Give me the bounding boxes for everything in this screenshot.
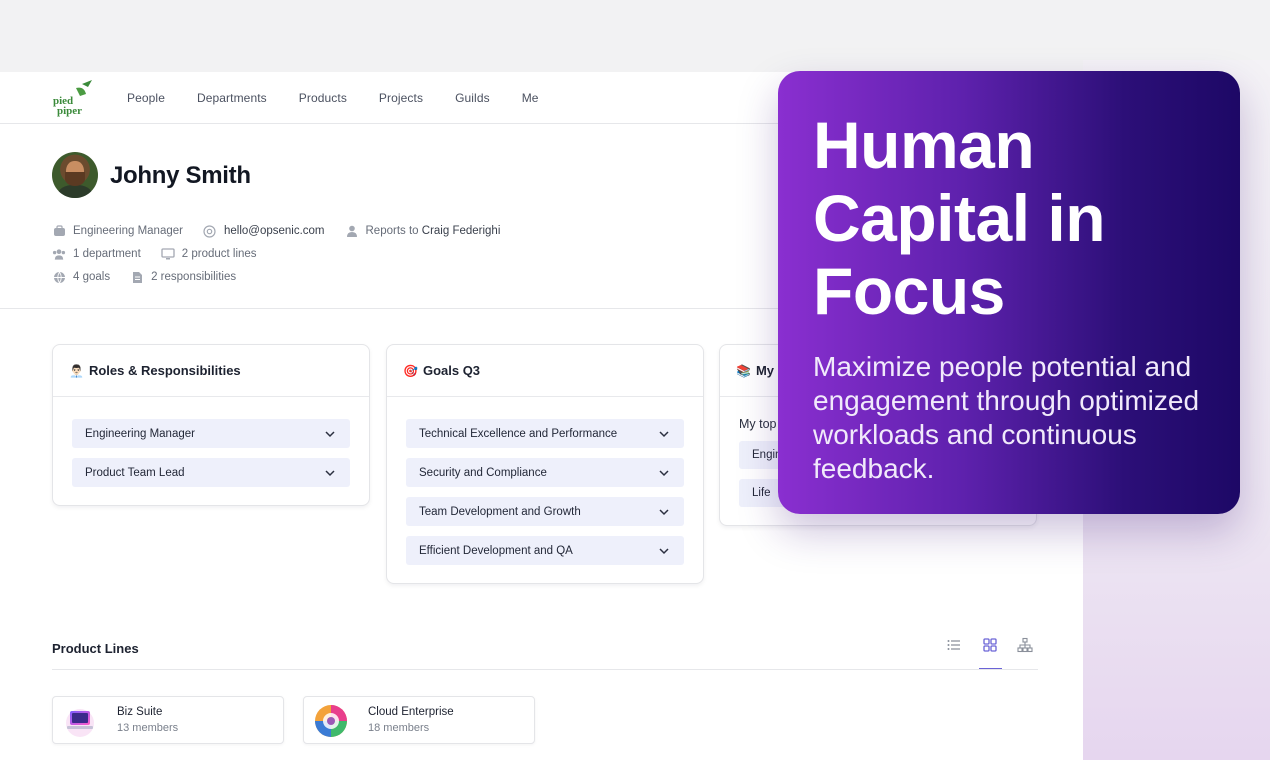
avatar[interactable]: [52, 152, 98, 198]
nav-departments[interactable]: Departments: [197, 91, 267, 105]
chevron-down-icon: [325, 430, 335, 437]
person-icon: [345, 224, 359, 238]
group-icon: [52, 247, 66, 261]
meta-responsibilities[interactable]: 2 responsibilities: [130, 270, 236, 284]
roles-card-header: 👨🏻‍💼 Roles & Responsibilities: [53, 345, 369, 397]
product-line-card[interactable]: Biz Suite 13 members: [52, 696, 284, 744]
goal-accordion[interactable]: Security and Compliance: [406, 458, 684, 487]
hero-body: Maximize people potential and engagement…: [813, 351, 1200, 484]
briefcase-icon: [52, 224, 66, 238]
hierarchy-view-icon[interactable]: [1017, 637, 1033, 653]
profile-meta-row-2: 1 department 2 product lines: [52, 247, 277, 261]
product-lines-title: Product Lines: [52, 641, 139, 656]
profile-meta-row-3: 4 goals 2 responsibilities: [52, 270, 256, 284]
svg-text:piper: piper: [57, 105, 82, 117]
document-icon: [130, 270, 144, 284]
globe-icon: [52, 270, 66, 284]
product-line-name: Cloud Enterprise: [368, 706, 454, 718]
laptop-icon: [66, 709, 94, 737]
nav-projects[interactable]: Projects: [379, 91, 423, 105]
at-icon: [203, 224, 217, 238]
logo-icon: pied piper: [53, 79, 92, 117]
goals-card-header: 🎯 Goals Q3: [387, 345, 703, 397]
nav-guilds[interactable]: Guilds: [455, 91, 490, 105]
product-line-members: 13 members: [117, 722, 179, 734]
chevron-down-icon: [659, 547, 669, 554]
goal-accordion[interactable]: Technical Excellence and Performance: [406, 419, 684, 448]
roles-card: 👨🏻‍💼 Roles & Responsibilities Engineerin…: [52, 344, 370, 506]
target-icon: 🎯: [403, 363, 418, 378]
meta-product-lines[interactable]: 2 product lines: [161, 247, 257, 261]
meta-reports-to: Reports to Craig Federighi: [345, 224, 500, 238]
books-icon: 📚: [736, 363, 751, 378]
product-line-members: 18 members: [368, 722, 430, 734]
meta-departments[interactable]: 1 department: [52, 247, 141, 261]
hero-banner: Human Capital in Focus Maximize people p…: [778, 71, 1240, 514]
pied-piper-logo[interactable]: pied piper: [52, 78, 96, 118]
goals-card: 🎯 Goals Q3 Technical Excellence and Perf…: [386, 344, 704, 584]
nav-me[interactable]: Me: [522, 91, 539, 105]
chevron-down-icon: [659, 508, 669, 515]
goal-accordion[interactable]: Efficient Development and QA: [406, 536, 684, 565]
nav-products[interactable]: Products: [299, 91, 347, 105]
product-line-card[interactable]: Cloud Enterprise 18 members: [303, 696, 535, 744]
product-line-name: Biz Suite: [117, 706, 163, 718]
chevron-down-icon: [659, 430, 669, 437]
meta-goals[interactable]: 4 goals: [52, 270, 110, 284]
meta-email[interactable]: hello@opsenic.com: [203, 224, 325, 238]
meta-title: Engineering Manager: [52, 224, 183, 238]
profile-meta-row-1: Engineering Manager hello@opsenic.com Re…: [52, 224, 520, 238]
monitor-icon: [161, 247, 175, 261]
role-accordion[interactable]: Product Team Lead: [72, 458, 350, 487]
grid-view-icon[interactable]: [982, 637, 998, 653]
hero-headline: Human Capital in Focus: [813, 108, 1106, 328]
profile-name: Johny Smith: [110, 162, 251, 189]
nav-people[interactable]: People: [127, 91, 165, 105]
role-accordion[interactable]: Engineering Manager: [72, 419, 350, 448]
chevron-down-icon: [325, 469, 335, 476]
product-lines-divider: [52, 669, 1038, 670]
office-worker-icon: 👨🏻‍💼: [69, 363, 84, 378]
goal-accordion[interactable]: Team Development and Growth: [406, 497, 684, 526]
swirl-icon: [315, 705, 347, 737]
chevron-down-icon: [659, 469, 669, 476]
list-view-icon[interactable]: [946, 637, 962, 653]
